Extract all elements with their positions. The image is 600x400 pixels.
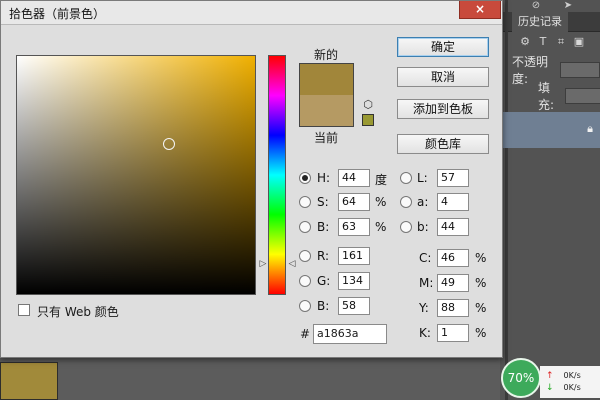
radio-h[interactable]: [299, 172, 311, 184]
m-input[interactable]: 49: [437, 274, 469, 292]
color-library-button[interactable]: 颜色库: [397, 134, 489, 154]
hue-arrow-right-icon[interactable]: ◁: [287, 259, 297, 269]
new-color-label: 新的: [314, 48, 339, 62]
close-icon: ×: [474, 2, 486, 16]
hue-slider[interactable]: [268, 55, 286, 295]
close-button[interactable]: ×: [459, 1, 501, 19]
transform-icon[interactable]: ⌗: [554, 35, 568, 49]
c-input[interactable]: 46: [437, 249, 469, 267]
radio-a[interactable]: [400, 196, 412, 208]
k-unit: %: [475, 326, 487, 340]
blue-label: B:: [317, 299, 330, 313]
network-speed-panel: ↑ 0K/s ↓ 0K/s: [540, 366, 600, 398]
brightness-label: B:: [317, 220, 330, 234]
text-tool-icon[interactable]: T: [536, 35, 550, 49]
color-field[interactable]: [16, 55, 256, 295]
web-only-label: 只有 Web 颜色: [37, 305, 119, 319]
y-label: Y:: [419, 301, 429, 315]
m-unit: %: [475, 276, 487, 290]
r-input[interactable]: 161: [338, 247, 370, 265]
panel-icon-row: ⚙ T ⌗ ▣: [500, 32, 600, 52]
r-label: R:: [317, 249, 330, 263]
web-safe-swatch[interactable]: [362, 114, 374, 126]
canvas-swatch: [0, 362, 58, 400]
l-label: L:: [417, 171, 428, 185]
upload-row: ↑ 0K/s: [546, 370, 581, 382]
lock-icon: 🔒︎: [587, 122, 593, 135]
fill-row: 填充:: [512, 81, 600, 112]
s-label: S:: [317, 195, 329, 209]
opacity-row: 不透明度:: [512, 55, 600, 86]
brightness-unit: %: [375, 220, 387, 234]
download-speed: 0K/s: [563, 383, 581, 392]
cube-icon[interactable]: ⬡: [361, 99, 375, 111]
arrow-icon[interactable]: ➤: [562, 0, 574, 12]
m-label: M:: [419, 276, 434, 290]
h-label: H:: [317, 171, 331, 185]
radio-blue[interactable]: [299, 300, 311, 312]
a-label: a:: [417, 195, 429, 209]
k-label: K:: [419, 326, 431, 340]
tab-history[interactable]: 历史记录: [512, 12, 568, 32]
c-label: C:: [419, 251, 432, 265]
panel-tabbar: 历史记录: [500, 12, 600, 32]
s-unit: %: [375, 195, 387, 209]
h-unit: 度: [375, 173, 388, 187]
lab-b-label: b:: [417, 220, 429, 234]
color-picker-dialog: 拾色器（前景色） × ▷ ◁ 新的 当前 ⬡ 确定 取消 添加到色板 颜色库 H…: [0, 0, 503, 358]
l-input[interactable]: 57: [437, 169, 469, 187]
s-input[interactable]: 64: [338, 193, 370, 211]
selected-layer-row[interactable]: 🔒︎: [500, 112, 600, 148]
download-arrow-icon: ↓: [546, 383, 554, 393]
lab-b-input[interactable]: 44: [437, 218, 469, 236]
upload-arrow-icon: ↑: [546, 371, 554, 381]
g-input[interactable]: 134: [338, 272, 370, 290]
titlebar[interactable]: 拾色器（前景色） ×: [1, 1, 502, 25]
radio-l[interactable]: [400, 172, 412, 184]
c-unit: %: [475, 251, 487, 265]
download-row: ↓ 0K/s: [546, 382, 581, 394]
h-input[interactable]: 44: [338, 169, 370, 187]
radio-g[interactable]: [299, 275, 311, 287]
web-only-checkbox[interactable]: [18, 304, 30, 316]
upload-speed: 0K/s: [563, 371, 581, 380]
fill-label: 填充:: [538, 81, 555, 112]
k-input[interactable]: 1: [437, 324, 469, 342]
a-input[interactable]: 4: [437, 193, 469, 211]
hex-label: #: [300, 327, 311, 341]
current-color-swatch[interactable]: [299, 95, 354, 127]
dialog-title: 拾色器（前景色）: [9, 7, 106, 21]
hex-input[interactable]: a1863a: [313, 324, 387, 344]
add-to-swatches-button[interactable]: 添加到色板: [397, 99, 489, 119]
hue-arrow-left-icon[interactable]: ▷: [258, 259, 268, 269]
radio-lab-b[interactable]: [400, 221, 412, 233]
ok-button[interactable]: 确定: [397, 37, 489, 57]
picker-circle-icon[interactable]: [163, 138, 175, 150]
radio-r[interactable]: [299, 250, 311, 262]
brightness-input[interactable]: 63: [338, 218, 370, 236]
new-color-swatch: [299, 63, 354, 95]
prohibit-icon[interactable]: ⊘: [530, 0, 542, 12]
y-input[interactable]: 88: [437, 299, 469, 317]
fill-field[interactable]: [565, 88, 600, 104]
y-unit: %: [475, 301, 487, 315]
gear-icon[interactable]: ⚙: [518, 35, 532, 49]
cancel-button[interactable]: 取消: [397, 67, 489, 87]
cpu-meter[interactable]: 70%: [501, 358, 541, 398]
g-label: G:: [317, 274, 331, 288]
canvas-area: [0, 358, 500, 400]
radio-brightness[interactable]: [299, 221, 311, 233]
current-color-label: 当前: [314, 131, 339, 145]
radio-s[interactable]: [299, 196, 311, 208]
blue-input[interactable]: 58: [338, 297, 370, 315]
layer-icon[interactable]: ▣: [572, 35, 586, 49]
panel-divider: [505, 0, 508, 400]
opacity-field[interactable]: [560, 62, 600, 78]
